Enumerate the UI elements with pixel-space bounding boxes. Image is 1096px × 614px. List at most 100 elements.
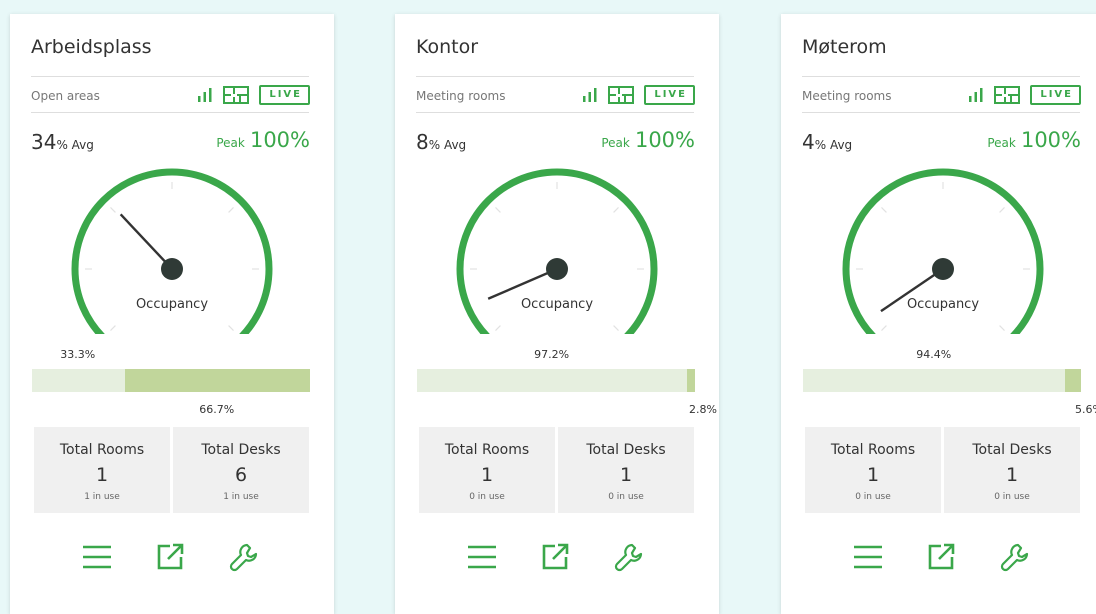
gauge-tick	[495, 207, 501, 213]
stat-label: Total Desks	[972, 442, 1052, 458]
floorplan-icon[interactable]	[994, 86, 1021, 104]
gauge-tick	[228, 325, 234, 331]
card-toolbar: LIVE	[197, 84, 310, 106]
gauge-needle	[119, 213, 173, 270]
gauge-tick	[613, 207, 619, 213]
card-title: Møterom	[802, 36, 887, 58]
menu-icon[interactable]	[82, 542, 112, 576]
divider	[802, 112, 1080, 113]
peak-value: 100%	[1020, 128, 1081, 152]
stat-sub: 1 in use	[84, 492, 120, 502]
live-badge[interactable]: LIVE	[644, 85, 695, 105]
avg-value: 34	[31, 130, 57, 154]
external-link-icon[interactable]	[540, 542, 570, 576]
stat-label: Total Rooms	[59, 442, 145, 458]
wrench-icon[interactable]	[229, 542, 259, 576]
peak-label: Peak	[987, 136, 1016, 150]
occupancy-bar-fill	[124, 369, 310, 392]
floorplan-icon[interactable]	[223, 86, 250, 104]
avg-unit: % Avg	[428, 138, 467, 152]
gauge-tick	[881, 325, 887, 331]
occupancy-bar-fill	[687, 369, 695, 392]
divider	[31, 76, 309, 77]
gauge-label: Occupancy	[906, 297, 980, 312]
signal-bars-icon[interactable]	[968, 87, 984, 103]
card-toolbar: LIVE	[582, 84, 695, 106]
wrench-icon[interactable]	[614, 542, 644, 576]
gauge-tick	[999, 325, 1005, 331]
bar-top-label: 33.3%	[60, 348, 96, 361]
stat-label: Total Rooms	[444, 442, 530, 458]
peak-label: Peak	[601, 136, 630, 150]
bar-bottom-label: 2.8%	[689, 403, 717, 416]
menu-icon[interactable]	[853, 542, 883, 576]
peak-occupancy: Peak 100%	[601, 128, 695, 152]
occupancy-bar	[32, 369, 310, 392]
gauge-hub	[932, 258, 954, 280]
stat-total-rooms: Total Rooms 1 1 in use	[34, 427, 170, 513]
avg-value: 8	[416, 130, 429, 154]
peak-value: 100%	[249, 128, 310, 152]
bar-top-label: 94.4%	[916, 348, 952, 361]
average-occupancy: 4% Avg	[802, 130, 852, 154]
gauge-tick	[110, 207, 116, 213]
card-subtitle: Meeting rooms	[416, 89, 506, 103]
bar-bottom-label: 66.7%	[199, 403, 235, 416]
bar-top-label: 97.2%	[534, 348, 570, 361]
gauge-needle	[487, 267, 558, 300]
card-subtitle: Meeting rooms	[802, 89, 892, 103]
gauge-tick	[495, 325, 501, 331]
stat-value: 1	[95, 464, 109, 486]
average-occupancy: 34% Avg	[31, 130, 94, 154]
divider	[802, 76, 1080, 77]
stat-label: Total Desks	[201, 442, 281, 458]
card-toolbar: LIVE	[968, 84, 1081, 106]
gauge-tick	[110, 325, 116, 331]
occupancy-card: Møterom Meeting rooms LIVE 4% Avg Peak 1…	[781, 14, 1096, 614]
external-link-icon[interactable]	[926, 542, 956, 576]
floorplan-icon[interactable]	[608, 86, 635, 104]
stat-sub: 0 in use	[994, 492, 1030, 502]
gauge-tick	[613, 325, 619, 331]
peak-label: Peak	[216, 136, 245, 150]
peak-value: 100%	[634, 128, 695, 152]
stat-label: Total Rooms	[830, 442, 916, 458]
live-badge[interactable]: LIVE	[1030, 85, 1081, 105]
avg-unit: % Avg	[814, 138, 853, 152]
gauge-tick	[881, 207, 887, 213]
signal-bars-icon[interactable]	[197, 87, 213, 103]
occupancy-bar	[417, 369, 695, 392]
gauge-tick	[228, 207, 234, 213]
external-link-icon[interactable]	[155, 542, 185, 576]
card-title: Arbeidsplass	[31, 36, 152, 58]
card-title: Kontor	[416, 36, 479, 58]
gauge-label: Occupancy	[135, 297, 209, 312]
gauge-hub	[546, 258, 568, 280]
stat-value: 1	[480, 464, 494, 486]
signal-bars-icon[interactable]	[582, 87, 598, 103]
average-occupancy: 8% Avg	[416, 130, 466, 154]
stat-value: 1	[619, 464, 633, 486]
stat-total-rooms: Total Rooms 1 0 in use	[805, 427, 941, 513]
stat-total-desks: Total Desks 1 0 in use	[558, 427, 694, 513]
stat-total-rooms: Total Rooms 1 0 in use	[419, 427, 555, 513]
divider	[416, 76, 694, 77]
live-badge[interactable]: LIVE	[259, 85, 310, 105]
divider	[416, 112, 694, 113]
stat-value: 1	[1005, 464, 1019, 486]
stat-value: 6	[234, 464, 248, 486]
stat-total-desks: Total Desks 1 0 in use	[944, 427, 1080, 513]
wrench-icon[interactable]	[1000, 542, 1030, 576]
stat-sub: 0 in use	[608, 492, 644, 502]
gauge-tick	[999, 207, 1005, 213]
gauge-label: Occupancy	[520, 297, 594, 312]
bar-bottom-label: 5.6%	[1075, 403, 1096, 416]
menu-icon[interactable]	[467, 542, 497, 576]
occupancy-bar	[803, 369, 1081, 392]
card-subtitle: Open areas	[31, 89, 100, 103]
divider	[31, 112, 309, 113]
occupancy-card: Arbeidsplass Open areas LIVE 34% Avg Pea…	[10, 14, 334, 614]
stat-value: 1	[866, 464, 880, 486]
stat-sub: 0 in use	[469, 492, 505, 502]
occupancy-bar-fill	[1065, 369, 1081, 392]
